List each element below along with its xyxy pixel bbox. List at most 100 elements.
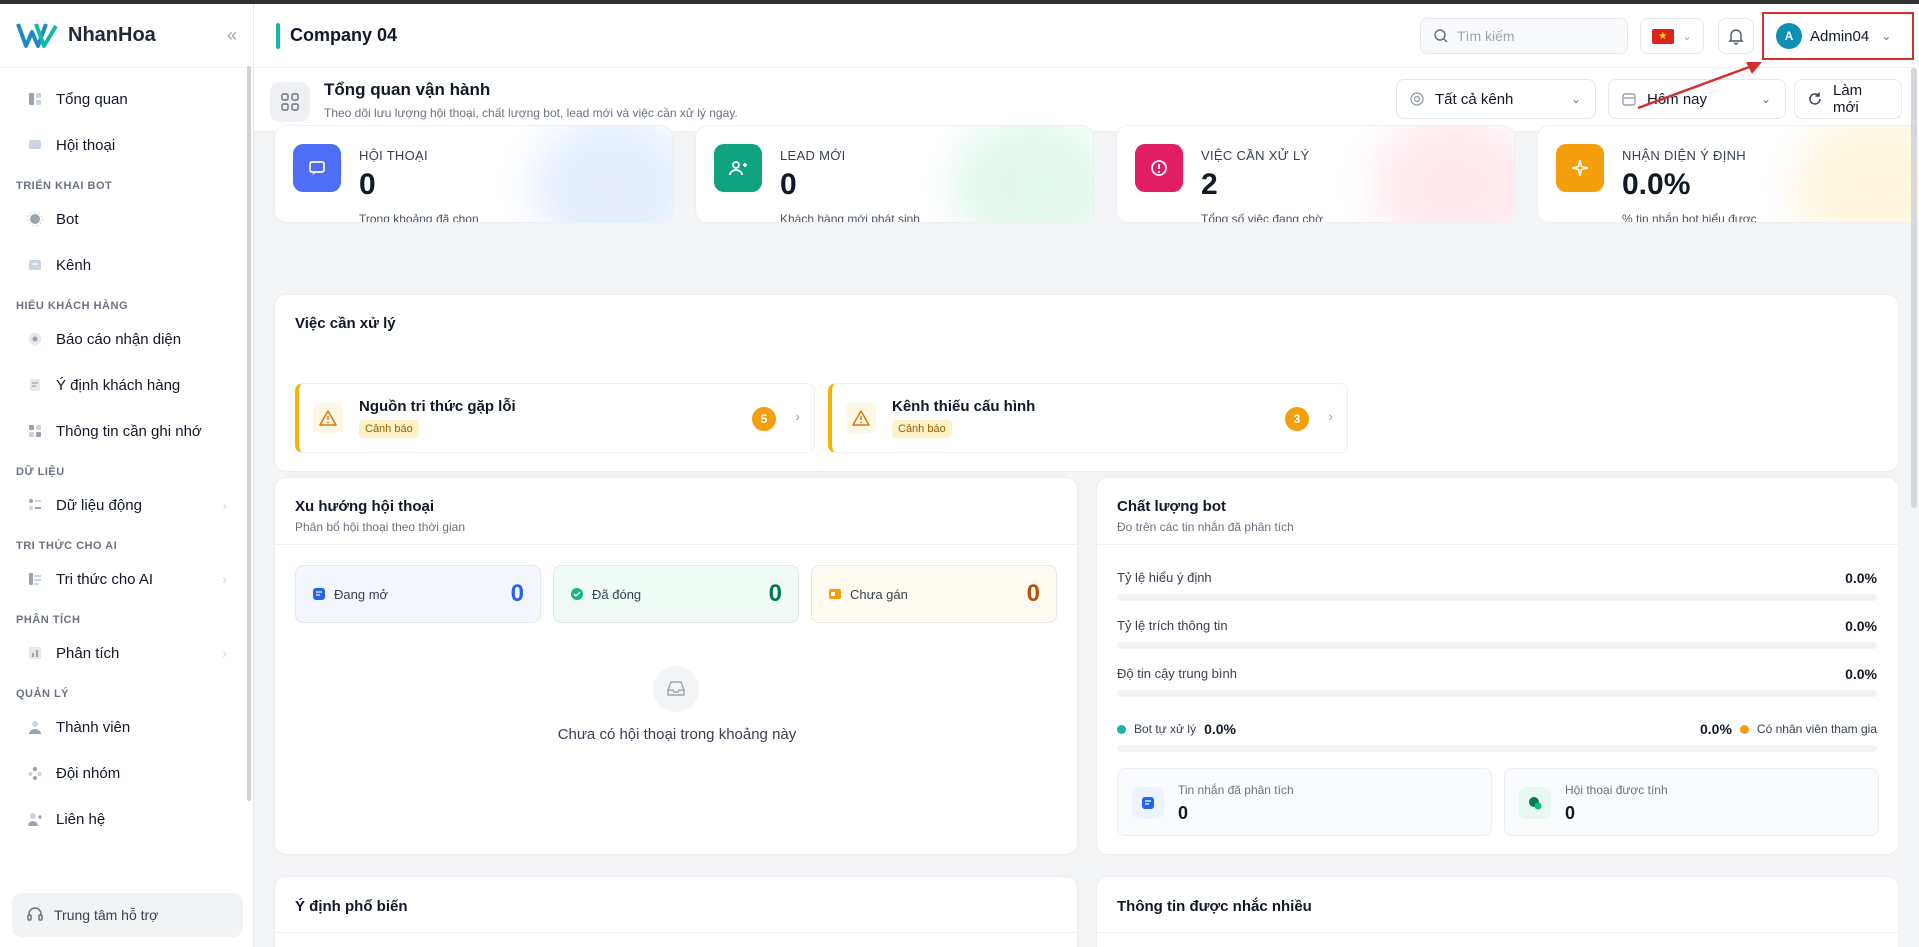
task-item[interactable]: Kênh thiếu cấu hình Cảnh báo 3 › bbox=[828, 383, 1348, 453]
contact-icon bbox=[26, 810, 44, 828]
task-count-badge: 5 bbox=[752, 407, 776, 431]
stat-label: LEAD MỚI bbox=[780, 148, 846, 163]
stat-card-conversations: HỘI THOẠI 0 Trong khoảng đã chọn bbox=[274, 125, 673, 223]
metric-bar bbox=[1117, 594, 1877, 601]
chevron-right-icon: › bbox=[795, 408, 800, 424]
counted-conversations-label: Hội thoại được tính bbox=[1565, 783, 1668, 797]
task-count-badge: 3 bbox=[1285, 407, 1309, 431]
sidebar-item-member[interactable]: Thành viên bbox=[0, 704, 253, 750]
popular-intents-card: Ý định phổ biến bbox=[274, 876, 1078, 947]
pill-value: 0 bbox=[1026, 580, 1040, 607]
status-pill[interactable]: Chưa gán 0 bbox=[811, 565, 1057, 623]
sidebar-item-team[interactable]: Đội nhóm bbox=[0, 750, 253, 796]
sparkle-icon bbox=[1556, 144, 1604, 192]
sidebar-item-label: Dữ liệu động bbox=[56, 496, 142, 514]
metric-value: 0.0% bbox=[1845, 666, 1877, 682]
sidebar-item-label: Tri thức cho AI bbox=[56, 570, 154, 588]
card-glow bbox=[1795, 126, 1919, 222]
sidebar-item-report[interactable]: Báo cáo nhận diện bbox=[0, 316, 253, 362]
report-icon bbox=[26, 330, 44, 348]
user-name: Admin04 bbox=[1810, 27, 1870, 45]
refresh-button[interactable]: Làm mới bbox=[1794, 79, 1902, 119]
sidebar-item-chat[interactable]: Hội thoại bbox=[0, 122, 253, 168]
analyzed-messages-label: Tin nhắn đã phân tích bbox=[1178, 783, 1294, 797]
status-pill[interactable]: Đã đóng 0 bbox=[553, 565, 799, 623]
search-icon bbox=[1434, 29, 1448, 43]
search-input[interactable] bbox=[1457, 28, 1607, 44]
task-item[interactable]: Nguồn tri thức gặp lỗi Cảnh báo 5 › bbox=[295, 383, 815, 453]
page-subtitle: Theo dõi lưu lượng hội thoại, chất lượng… bbox=[324, 106, 738, 120]
status-pill[interactable]: Đang mở 0 bbox=[295, 565, 541, 623]
channel-icon bbox=[26, 256, 44, 274]
sidebar-item-data[interactable]: Dữ liệu động › bbox=[0, 482, 253, 528]
metric-label: Tỷ lệ trích thông tin bbox=[1117, 618, 1228, 633]
channel-filter-select[interactable]: Tất cả kênh ⌄ bbox=[1396, 79, 1596, 119]
stat-sub: Trong khoảng đã chọn bbox=[359, 212, 479, 223]
tasks-card: Việc cần xử lý Nguồn tri thức gặp lỗi Cản… bbox=[274, 294, 1899, 472]
stat-value: 0 bbox=[780, 168, 797, 201]
sidebar-section-title: HIỂU KHÁCH HÀNG bbox=[16, 300, 128, 312]
bot-handled-label: Bot tự xử lý bbox=[1134, 722, 1197, 736]
sidebar-item-knowledge[interactable]: Tri thức cho AI › bbox=[0, 556, 253, 602]
bell-icon bbox=[1728, 29, 1744, 45]
empty-state-text: Chưa có hội thoại trong khoảng này bbox=[557, 726, 797, 743]
page-titlebar: Tổng quan vận hành Theo dõi lưu lượng hộ… bbox=[254, 68, 1919, 132]
refresh-icon bbox=[1807, 91, 1823, 107]
user-menu[interactable]: A Admin04 ⌄ bbox=[1768, 16, 1908, 56]
task-name: Kênh thiếu cấu hình bbox=[892, 398, 1036, 415]
agent-involved-dot bbox=[1739, 724, 1749, 734]
divider bbox=[275, 932, 1077, 933]
notification-button[interactable] bbox=[1718, 18, 1754, 54]
counted-conversations-card: Hội thoại được tính 0 bbox=[1504, 768, 1879, 836]
language-selector[interactable]: ⌄ bbox=[1640, 18, 1704, 54]
quality-metric-row: Tỷ lệ hiểu ý định 0.0% bbox=[1117, 570, 1877, 602]
popular-intents-title: Ý định phổ biến bbox=[295, 898, 408, 915]
bot-icon bbox=[26, 210, 44, 228]
inbox-icon bbox=[653, 666, 699, 712]
sidebar-item-label: Tổng quan bbox=[56, 90, 128, 108]
card-glow bbox=[532, 126, 672, 222]
team-icon bbox=[26, 764, 44, 782]
sidebar-item-channel[interactable]: Kênh bbox=[0, 242, 253, 288]
frequent-info-title: Thông tin được nhắc nhiều bbox=[1117, 898, 1312, 915]
memory-icon bbox=[26, 422, 44, 440]
support-center-button[interactable]: Trung tâm hỗ trợ bbox=[12, 893, 243, 937]
metric-bar bbox=[1117, 690, 1877, 697]
chat-icon bbox=[26, 136, 44, 154]
knowledge-icon bbox=[26, 570, 44, 588]
sidebar-item-label: Thông tin cần ghi nhớ bbox=[56, 422, 202, 440]
member-icon bbox=[26, 718, 44, 736]
sidebar-item-intent[interactable]: Ý định khách hàng bbox=[0, 362, 253, 408]
collapse-sidebar-icon[interactable]: « bbox=[227, 25, 237, 46]
sidebar-item-contact[interactable]: Liên hệ bbox=[0, 796, 253, 842]
company-name: Company 04 bbox=[276, 23, 397, 49]
stat-sub: Tổng số việc đang chờ bbox=[1201, 212, 1323, 223]
sidebar-item-bot[interactable]: Bot bbox=[0, 196, 253, 242]
chat-bubble-icon bbox=[293, 144, 341, 192]
stat-label: NHẬN DIỆN Ý ĐỊNH bbox=[1622, 148, 1746, 163]
chevron-down-icon: ⌄ bbox=[1570, 92, 1581, 106]
nhanhoa-logo-icon bbox=[16, 22, 58, 48]
warning-badge: Cảnh báo bbox=[359, 420, 419, 438]
chevron-right-icon: › bbox=[222, 645, 227, 661]
sidebar-scrollbar[interactable] bbox=[247, 66, 251, 801]
sidebar-item-memory[interactable]: Thông tin cần ghi nhớ bbox=[0, 408, 253, 454]
sidebar-section-title: TRI THỨC CHO AI bbox=[16, 540, 118, 552]
sidebar-item-analytics[interactable]: Phân tích › bbox=[0, 630, 253, 676]
bot-handled-dot bbox=[1117, 724, 1126, 734]
page-scrollbar[interactable] bbox=[1911, 68, 1917, 508]
sidebar-item-dashboard[interactable]: Tổng quan bbox=[0, 76, 253, 122]
stat-sub: % tin nhắn bot hiểu được bbox=[1622, 212, 1757, 223]
tasks-title: Việc cần xử lý bbox=[295, 315, 396, 332]
pill-label: Chưa gán bbox=[850, 586, 908, 602]
sidebar-item-label: Liên hệ bbox=[56, 810, 106, 828]
search-box[interactable] bbox=[1420, 18, 1628, 54]
chevron-right-icon: › bbox=[1328, 408, 1333, 424]
intent-icon bbox=[26, 376, 44, 394]
quality-subtitle: Đo trên các tin nhắn đã phân tích bbox=[1117, 520, 1294, 534]
stat-value: 0.0% bbox=[1622, 168, 1691, 201]
agent-involved-label: Có nhân viên tham gia bbox=[1756, 722, 1877, 736]
divider bbox=[275, 544, 1077, 545]
date-filter-select[interactable]: Hôm nay ⌄ bbox=[1608, 79, 1786, 119]
page-title: Tổng quan vận hành bbox=[324, 80, 491, 99]
